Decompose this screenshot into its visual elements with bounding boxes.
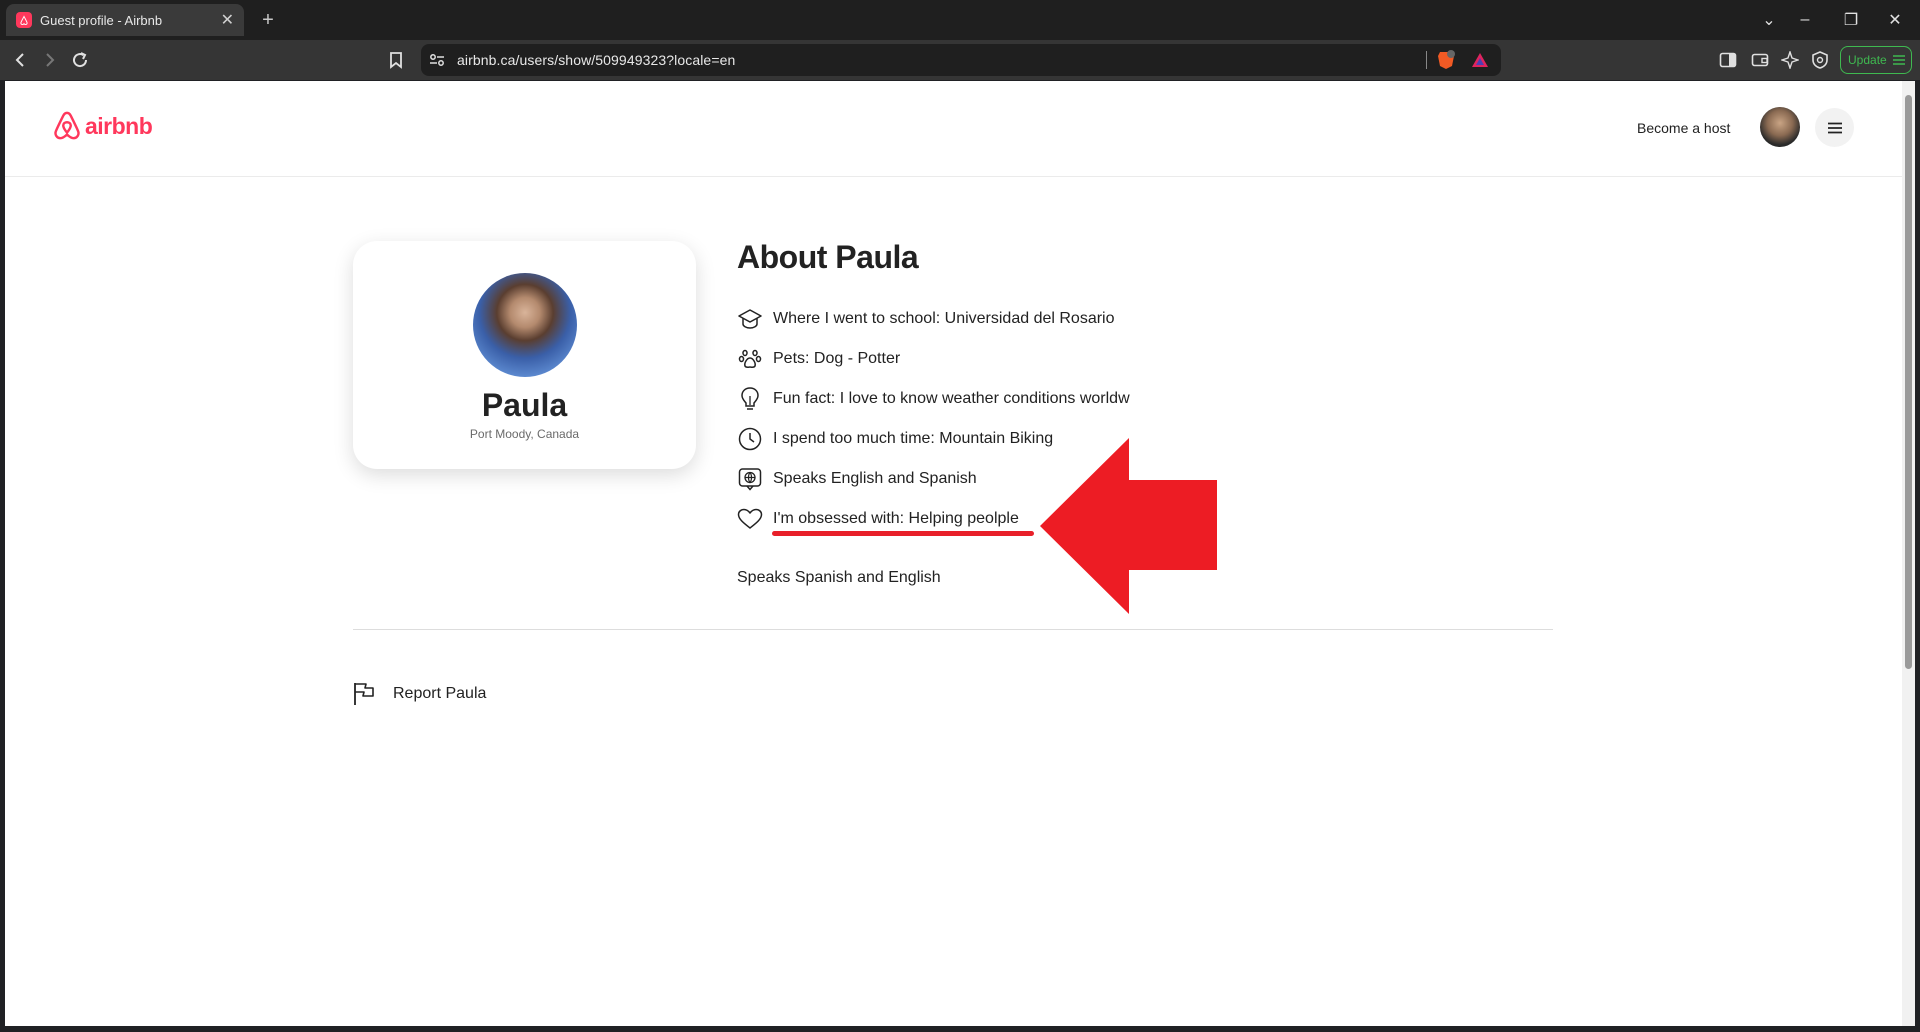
airbnb-belo-icon	[54, 111, 80, 140]
reload-icon[interactable]	[68, 48, 92, 72]
vpn-icon[interactable]	[1808, 48, 1832, 72]
sidebar-icon[interactable]	[1716, 48, 1740, 72]
logo-wordmark: airbnb	[85, 112, 153, 139]
detail-school: Where I went to school: Universidad del …	[737, 306, 1115, 332]
annotation-arrow-icon	[1040, 438, 1217, 614]
report-user-link[interactable]: Report Paula	[353, 682, 486, 706]
annotation-underline	[772, 531, 1034, 536]
hamburger-icon	[1827, 122, 1842, 133]
profile-name: Paula	[481, 387, 568, 423]
graduation-cap-icon	[737, 306, 763, 332]
update-label: Update	[1848, 53, 1887, 67]
detail-text: Pets: Dog - Potter	[773, 350, 901, 367]
browser-tab-bar: Guest profile - Airbnb ✕ + ⌄ – ❐ ✕	[0, 0, 1920, 40]
bookmark-icon[interactable]	[384, 48, 408, 72]
user-avatar[interactable]	[1760, 107, 1800, 147]
restore-icon[interactable]: ❐	[1832, 0, 1870, 40]
detail-text: I spend too much time: Mountain Biking	[773, 430, 1054, 447]
detail-text: I'm obsessed with: Helping peolple	[773, 510, 1019, 527]
scrollbar-thumb[interactable]	[1905, 95, 1912, 669]
airbnb-logo[interactable]: airbnb	[52, 110, 153, 142]
tab-search-icon[interactable]: ⌄	[1750, 0, 1788, 40]
main-menu-button[interactable]	[1815, 108, 1854, 147]
site-header: airbnb Become a host	[5, 81, 1902, 177]
profile-location: Port Moody, Canada	[469, 427, 580, 441]
detail-text: Where I went to school: Universidad del …	[773, 310, 1115, 327]
detail-obsessed: I'm obsessed with: Helping peolple	[737, 506, 1019, 532]
detail-text: Fun fact: I love to know weather conditi…	[773, 390, 1130, 407]
site-info-icon[interactable]	[425, 48, 449, 72]
detail-text: Speaks English and Spanish	[773, 470, 977, 487]
minimize-icon[interactable]: –	[1786, 0, 1824, 40]
profile-card: Paula Port Moody, Canada	[353, 241, 696, 469]
forward-icon[interactable]	[38, 48, 62, 72]
menu-lines-icon	[1892, 55, 1905, 65]
window-close-icon[interactable]: ✕	[1876, 0, 1914, 40]
profile-photo[interactable]	[473, 273, 577, 377]
about-title: About Paula	[737, 239, 919, 275]
wallet-icon[interactable]	[1748, 48, 1772, 72]
languages-text: Speaks Spanish and English	[737, 569, 941, 586]
leo-ai-icon[interactable]	[1778, 48, 1802, 72]
language-icon	[737, 466, 763, 492]
flag-icon	[354, 683, 374, 705]
detail-fun-fact: Fun fact: I love to know weather conditi…	[737, 386, 1130, 412]
browser-tab[interactable]: Guest profile - Airbnb ✕	[6, 4, 244, 36]
airbnb-favicon-icon	[16, 12, 32, 28]
section-divider	[353, 629, 1553, 630]
back-icon[interactable]	[8, 48, 32, 72]
detail-time: I spend too much time: Mountain Biking	[737, 426, 1053, 452]
detail-pets: Pets: Dog - Potter	[737, 346, 900, 372]
detail-languages: Speaks English and Spanish	[737, 466, 977, 492]
heart-icon	[737, 506, 763, 532]
paw-icon	[737, 346, 763, 372]
clock-icon	[737, 426, 763, 452]
update-button[interactable]: Update	[1840, 46, 1912, 74]
brave-shields-icon[interactable]	[1434, 48, 1458, 72]
brave-rewards-icon[interactable]	[1468, 48, 1492, 72]
page-viewport: airbnb Become a host Paula Port Moody, C…	[5, 81, 1902, 1026]
become-host-link[interactable]: Become a host	[1637, 120, 1730, 136]
url-separator	[1426, 51, 1427, 69]
lightbulb-icon	[737, 386, 763, 412]
tab-title: Guest profile - Airbnb	[40, 12, 163, 28]
url-text: airbnb.ca/users/show/509949323?locale=en	[457, 52, 736, 68]
page-scrollbar[interactable]	[1902, 81, 1915, 1026]
tab-close-icon[interactable]: ✕	[221, 10, 234, 30]
report-label: Report Paula	[393, 685, 487, 702]
new-tab-icon[interactable]: +	[256, 8, 280, 32]
